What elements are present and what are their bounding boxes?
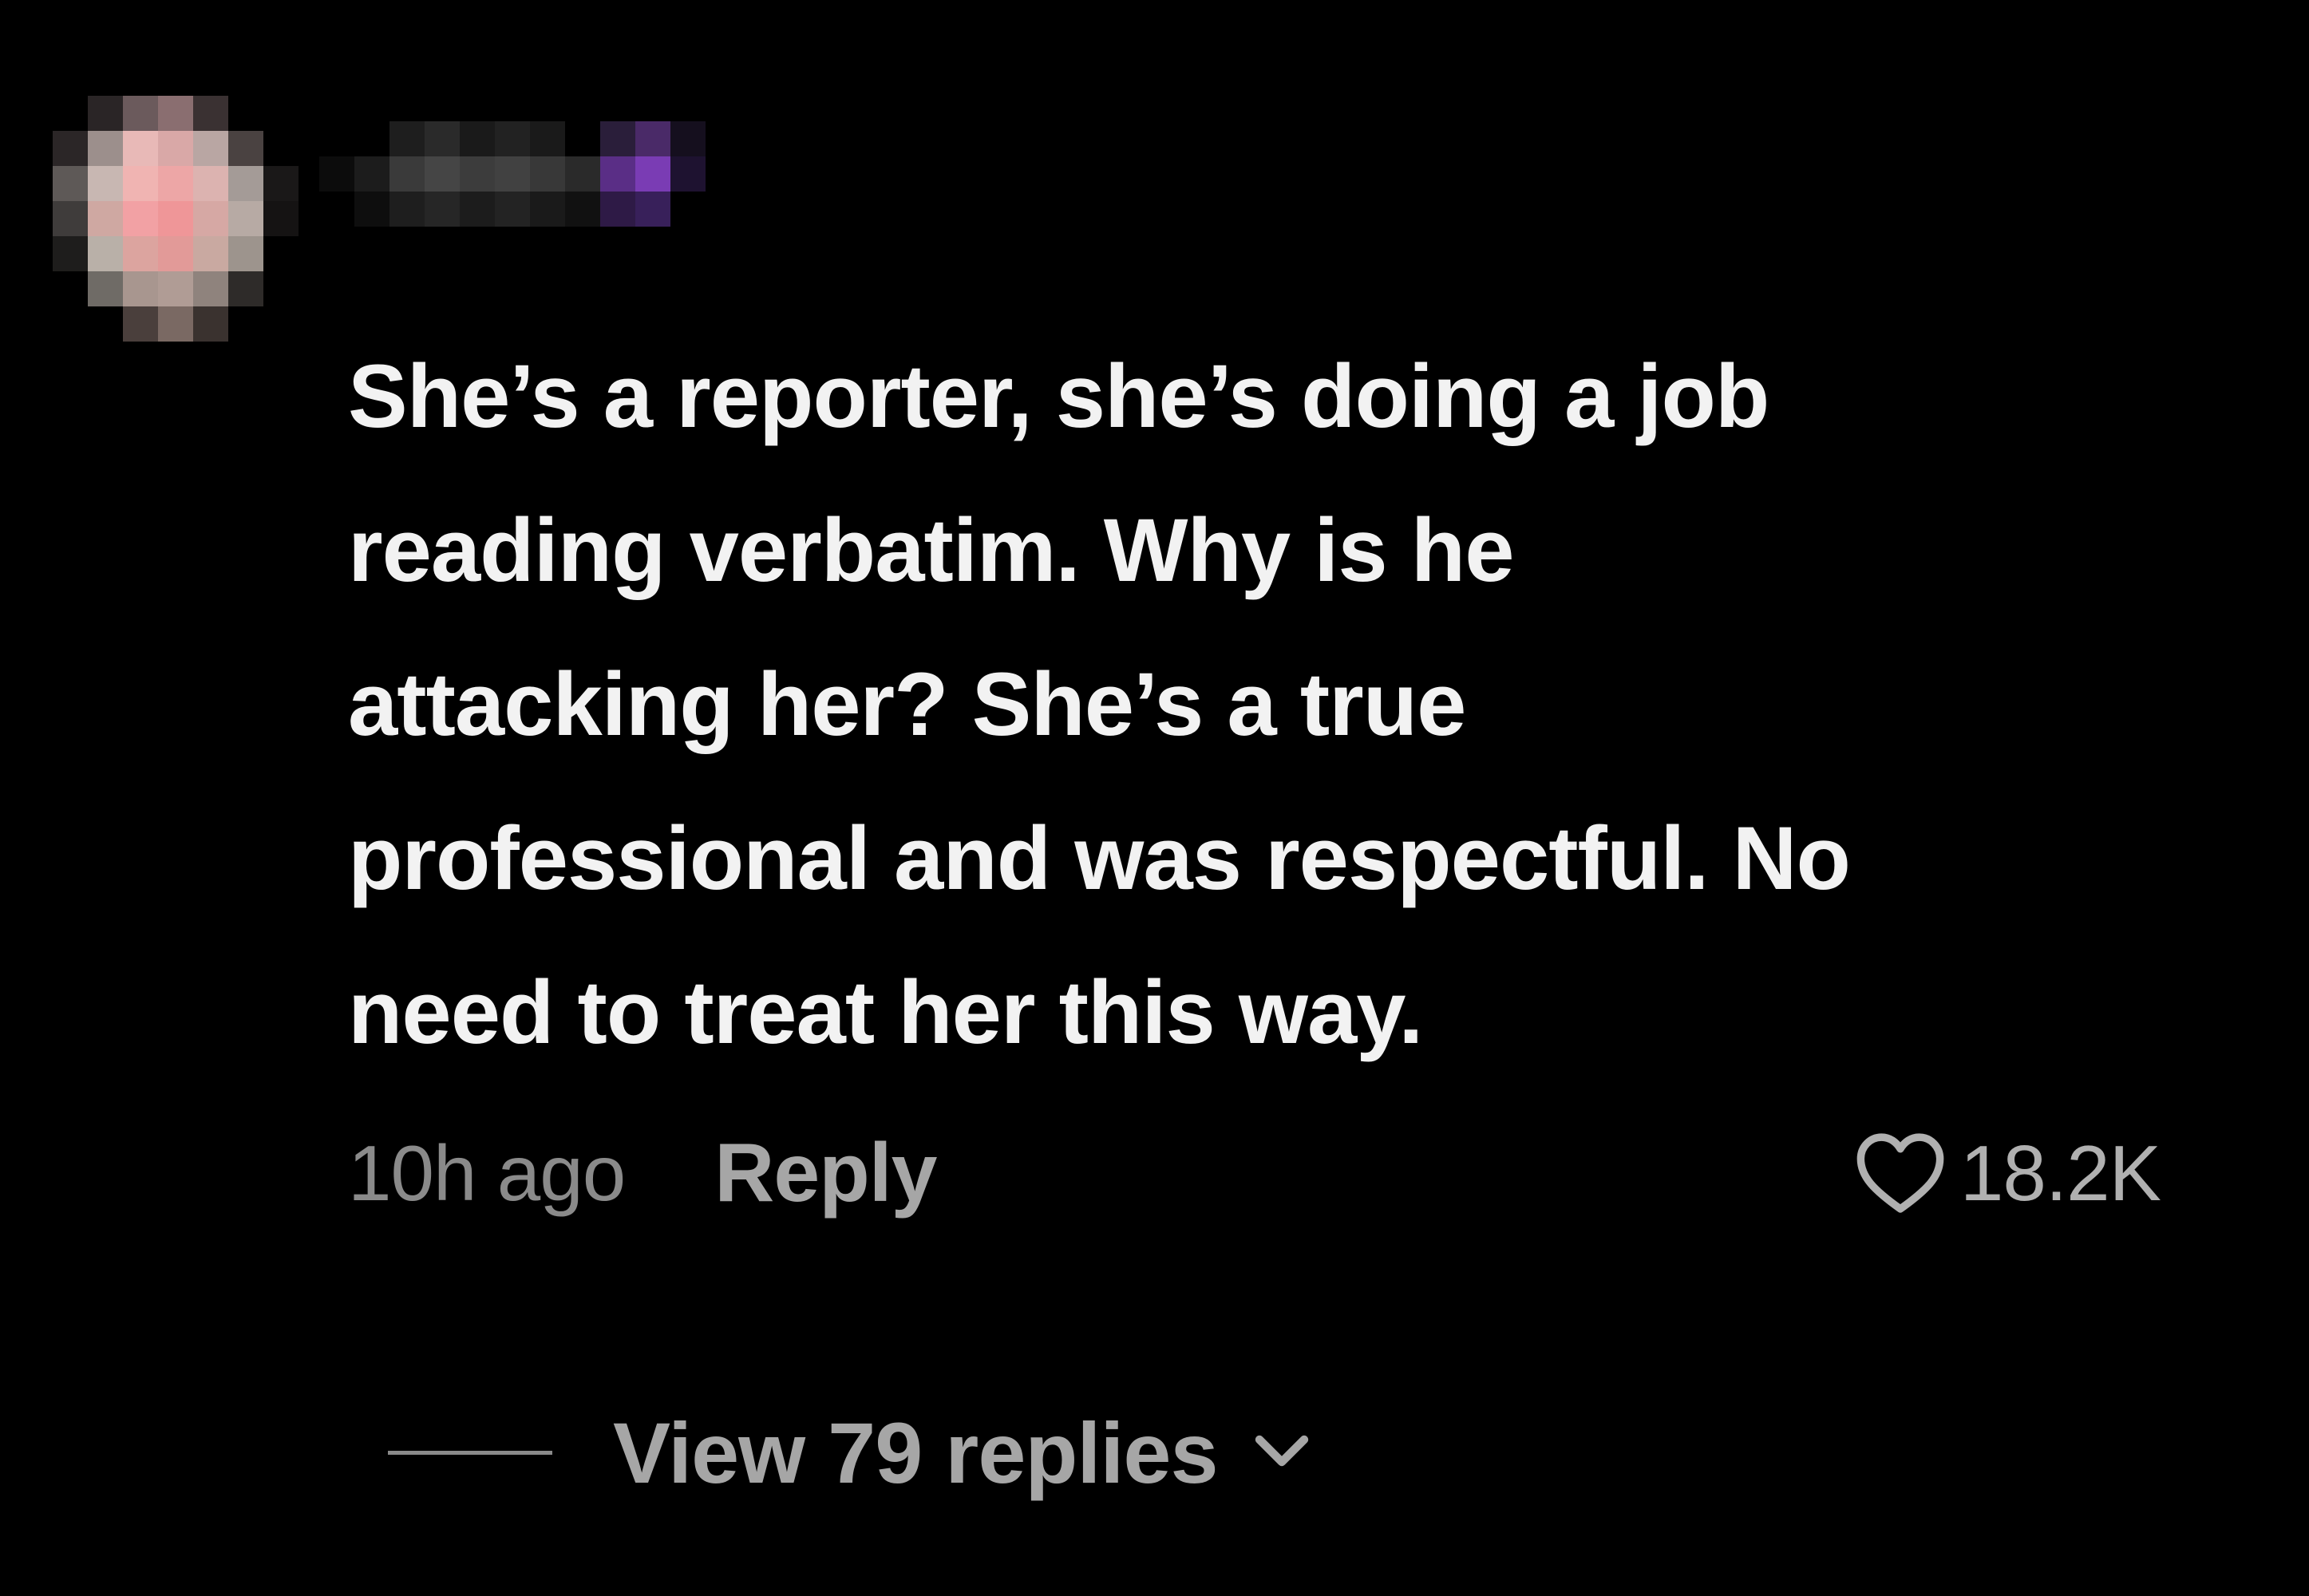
comment-text: She’s a reporter, she’s doing a job read… [348,319,2184,1089]
avatar[interactable] [53,96,299,342]
comment-meta-row: 10h ago Reply [348,1117,937,1229]
reply-button[interactable]: Reply [714,1126,937,1221]
comment-line: attacking her? She’s a true [348,654,1466,754]
like-count: 18.2K [1959,1128,2161,1217]
username[interactable] [319,121,707,227]
comment-line: She’s a reporter, she’s doing a job [348,346,1769,446]
comment-line: professional and was respectful. No [348,808,1851,908]
chevron-down-icon[interactable] [1250,1428,1314,1476]
timestamp: 10h ago [348,1128,626,1217]
comment-line: reading verbatim. Why is he [348,500,1514,600]
view-replies-label[interactable]: View 79 replies [613,1403,1219,1503]
view-replies-button[interactable]: View 79 replies [388,1396,1314,1508]
replies-divider [388,1450,552,1455]
comment-line: need to treat her this way. [348,962,1423,1062]
heart-outline-icon[interactable] [1855,1132,1946,1215]
like-button[interactable]: 18.2K [1855,1117,2161,1229]
comment-item: She’s a reporter, she’s doing a job read… [0,0,2309,1596]
